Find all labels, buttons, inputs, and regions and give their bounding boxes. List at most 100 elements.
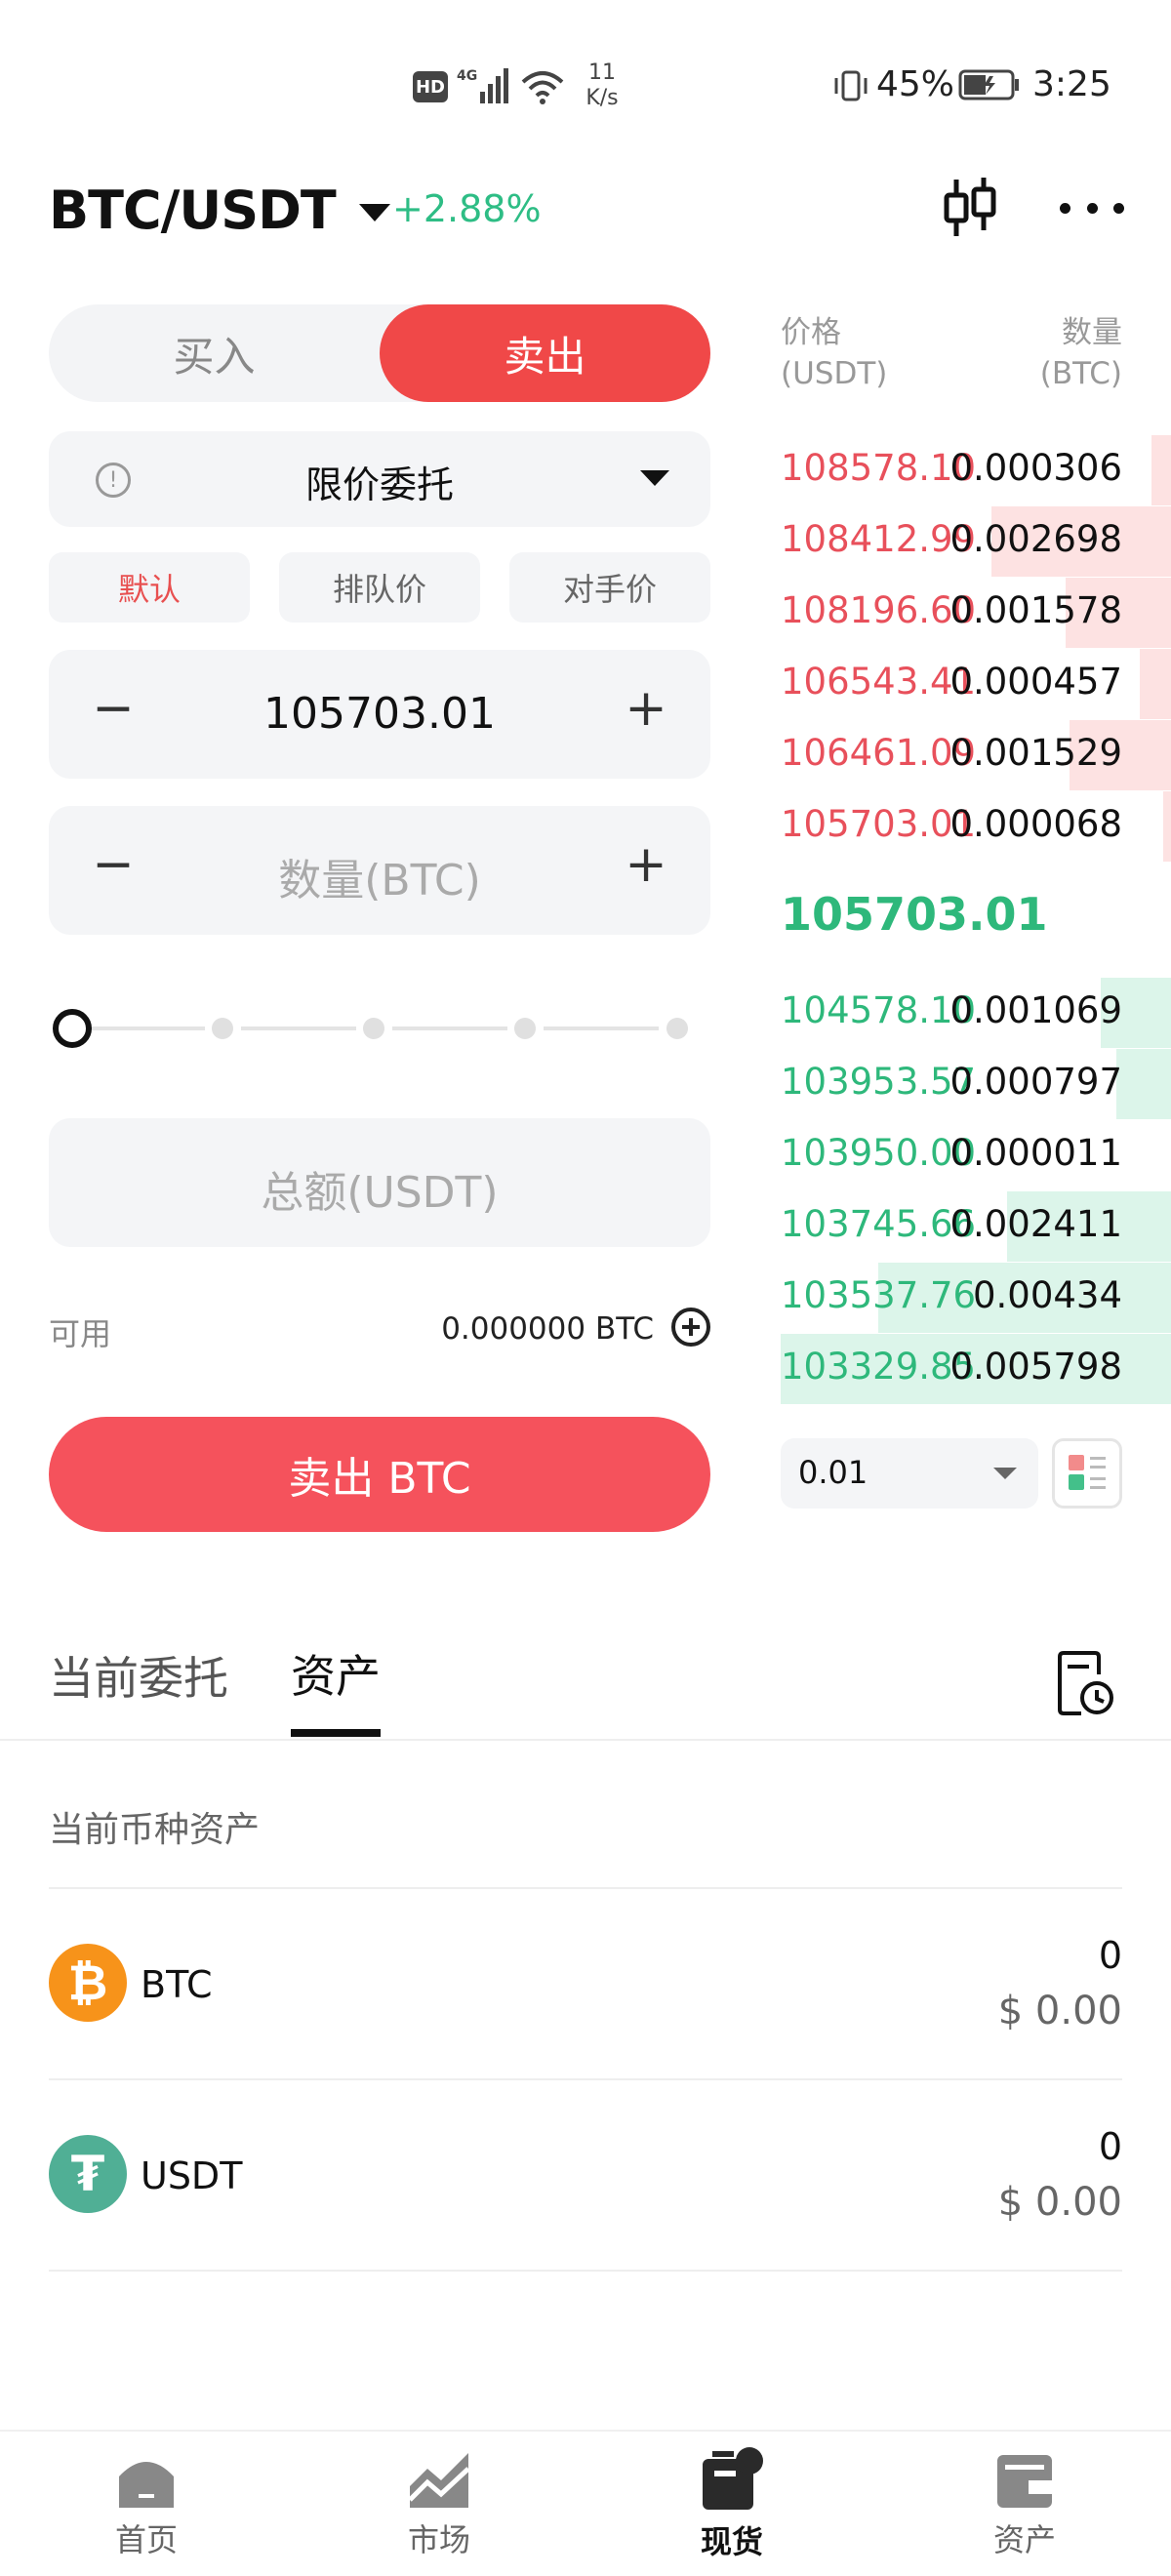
price-value: 105703.01 [263,689,496,739]
nav-label: 资产 [992,2521,1056,2558]
pair-selector[interactable]: BTC/USDT [49,176,390,244]
ask-qty: 0.000068 [949,803,1122,845]
depth-bar [1140,649,1171,719]
bid-qty: 0.002411 [949,1203,1122,1245]
divider [49,2270,1122,2272]
bid-row[interactable]: 103329.85 0.005798 [781,1334,1171,1404]
bid-qty: 0.005798 [949,1346,1122,1388]
ask-price: 108412.99 [781,518,977,560]
sell-tab[interactable]: 卖出 [380,304,710,402]
vibrate-icon [831,68,870,103]
bid-price: 103950.00 [781,1132,977,1174]
tabs-divider [0,1739,1171,1741]
bid-row[interactable]: 103745.66 0.002411 [781,1191,1171,1262]
slider-track [544,1026,659,1030]
network-speed: 11 K/s [586,60,619,110]
sell-submit-button[interactable]: 卖出 BTC [49,1417,710,1532]
ask-row[interactable]: 108412.99 0.002698 [781,506,1171,577]
bid-qty: 0.001069 [949,989,1122,1031]
last-price[interactable]: 105703.01 [781,888,1048,941]
ask-price: 108578.10 [781,447,977,489]
ask-qty: 0.002698 [949,518,1122,560]
spot-icon [697,2447,767,2512]
asset-value: $ 0.00 [997,2180,1122,2225]
slider-handle[interactable] [53,1009,92,1048]
tab-open-orders[interactable]: 当前委托 [49,1643,228,1708]
nav-home[interactable]: 首页 [49,2430,244,2560]
order-history-icon[interactable] [1052,1649,1116,1717]
ask-row[interactable]: 108578.10 0.000306 [781,435,1171,505]
bid-price: 103745.66 [781,1203,977,1245]
amount-input[interactable]: − 数量(BTC) + [49,806,710,935]
plus-icon[interactable]: + [617,835,675,894]
price-input[interactable]: − 105703.01 + [49,650,710,779]
bid-qty: 0.000011 [949,1132,1122,1174]
price-chip-counterparty[interactable]: 对手价 [509,552,710,623]
slider-step[interactable] [514,1018,536,1039]
svg-text:4G: 4G [457,68,477,84]
asset-value: $ 0.00 [997,1989,1122,2033]
caret-down-icon [358,204,390,221]
bid-qty: 0.00434 [972,1274,1122,1316]
bid-row[interactable]: 103953.57 0.000797 [781,1049,1171,1119]
nav-assets[interactable]: 资产 [927,2430,1122,2560]
ask-price: 106543.41 [781,661,977,703]
wallet-icon [993,2451,1056,2510]
active-tab-indicator [291,1729,381,1737]
hd-badge: HD [413,71,448,102]
asset-amount: 0 [1098,1934,1122,1977]
available-value: 0.000000 BTC [441,1311,654,1347]
bid-price: 104578.10 [781,989,977,1031]
asset-amount: 0 [1098,2125,1122,2168]
depth-view-icon[interactable] [1052,1438,1122,1509]
nav-market[interactable]: 市场 [342,2430,537,2560]
nav-label: 现货 [700,2523,763,2560]
nav-spot[interactable]: 现货 [634,2430,829,2562]
asset-row-btc[interactable]: ₿ BTC 0 $ 0.00 [0,1889,1171,2078]
bid-price: 103537.76 [781,1274,977,1316]
battery-icon [958,68,1021,101]
bid-price: 103953.57 [781,1061,977,1103]
bid-qty: 0.000797 [949,1061,1122,1103]
ask-row[interactable]: 106543.41 0.000457 [781,649,1171,719]
total-input[interactable]: 总额(USDT) [49,1118,710,1247]
ask-row[interactable]: 108196.60 0.001578 [781,578,1171,648]
add-funds-icon[interactable] [671,1308,710,1347]
order-type-select[interactable]: ! 限价委托 [49,431,710,527]
qty-column-header: 数量 (BTC) [1039,315,1122,391]
clock: 3:25 [1032,64,1111,104]
assets-section-title: 当前币种资产 [49,1810,261,1850]
nav-label: 首页 [114,2521,178,2558]
buy-tab[interactable]: 买入 [49,304,380,402]
slider-step[interactable] [212,1018,233,1039]
wifi-icon [521,68,564,105]
depth-bar [1163,791,1171,862]
bid-row[interactable]: 104578.10 0.001069 [781,978,1171,1048]
price-chip-default[interactable]: 默认 [49,552,250,623]
ask-row[interactable]: 105703.01 0.000068 [781,791,1171,862]
slider-step[interactable] [363,1018,384,1039]
caret-down-icon [993,1468,1017,1479]
tab-assets[interactable]: 资产 [291,1641,381,1706]
bid-row[interactable]: 103537.76 0.00434 [781,1263,1171,1333]
status-bar: HD 4G 11 K/s 45% 3:25 [0,0,1171,146]
slider-track [90,1026,205,1030]
ask-price: 106461.09 [781,732,977,774]
nav-label: 市场 [407,2521,470,2558]
side-toggle: 买入 卖出 [49,304,710,402]
bid-row[interactable]: 103950.00 0.000011 [781,1120,1171,1190]
precision-select[interactable]: 0.01 [781,1438,1038,1509]
home-icon [115,2451,178,2510]
btc-icon: ₿ [49,1944,127,2022]
caret-down-icon [640,470,669,486]
order-type-label: 限价委托 [304,463,454,506]
pair-title: BTC/USDT [49,179,337,241]
price-chip-queue[interactable]: 排队价 [279,552,480,623]
plus-icon[interactable]: + [617,679,675,738]
candlestick-chart-icon[interactable] [939,176,1001,240]
slider-step[interactable] [666,1018,688,1039]
ask-price: 105703.01 [781,803,977,845]
ask-row[interactable]: 106461.09 0.001529 [781,720,1171,790]
more-icon[interactable] [1060,195,1124,221]
asset-row-usdt[interactable]: ₮ USDT 0 $ 0.00 [0,2080,1171,2270]
